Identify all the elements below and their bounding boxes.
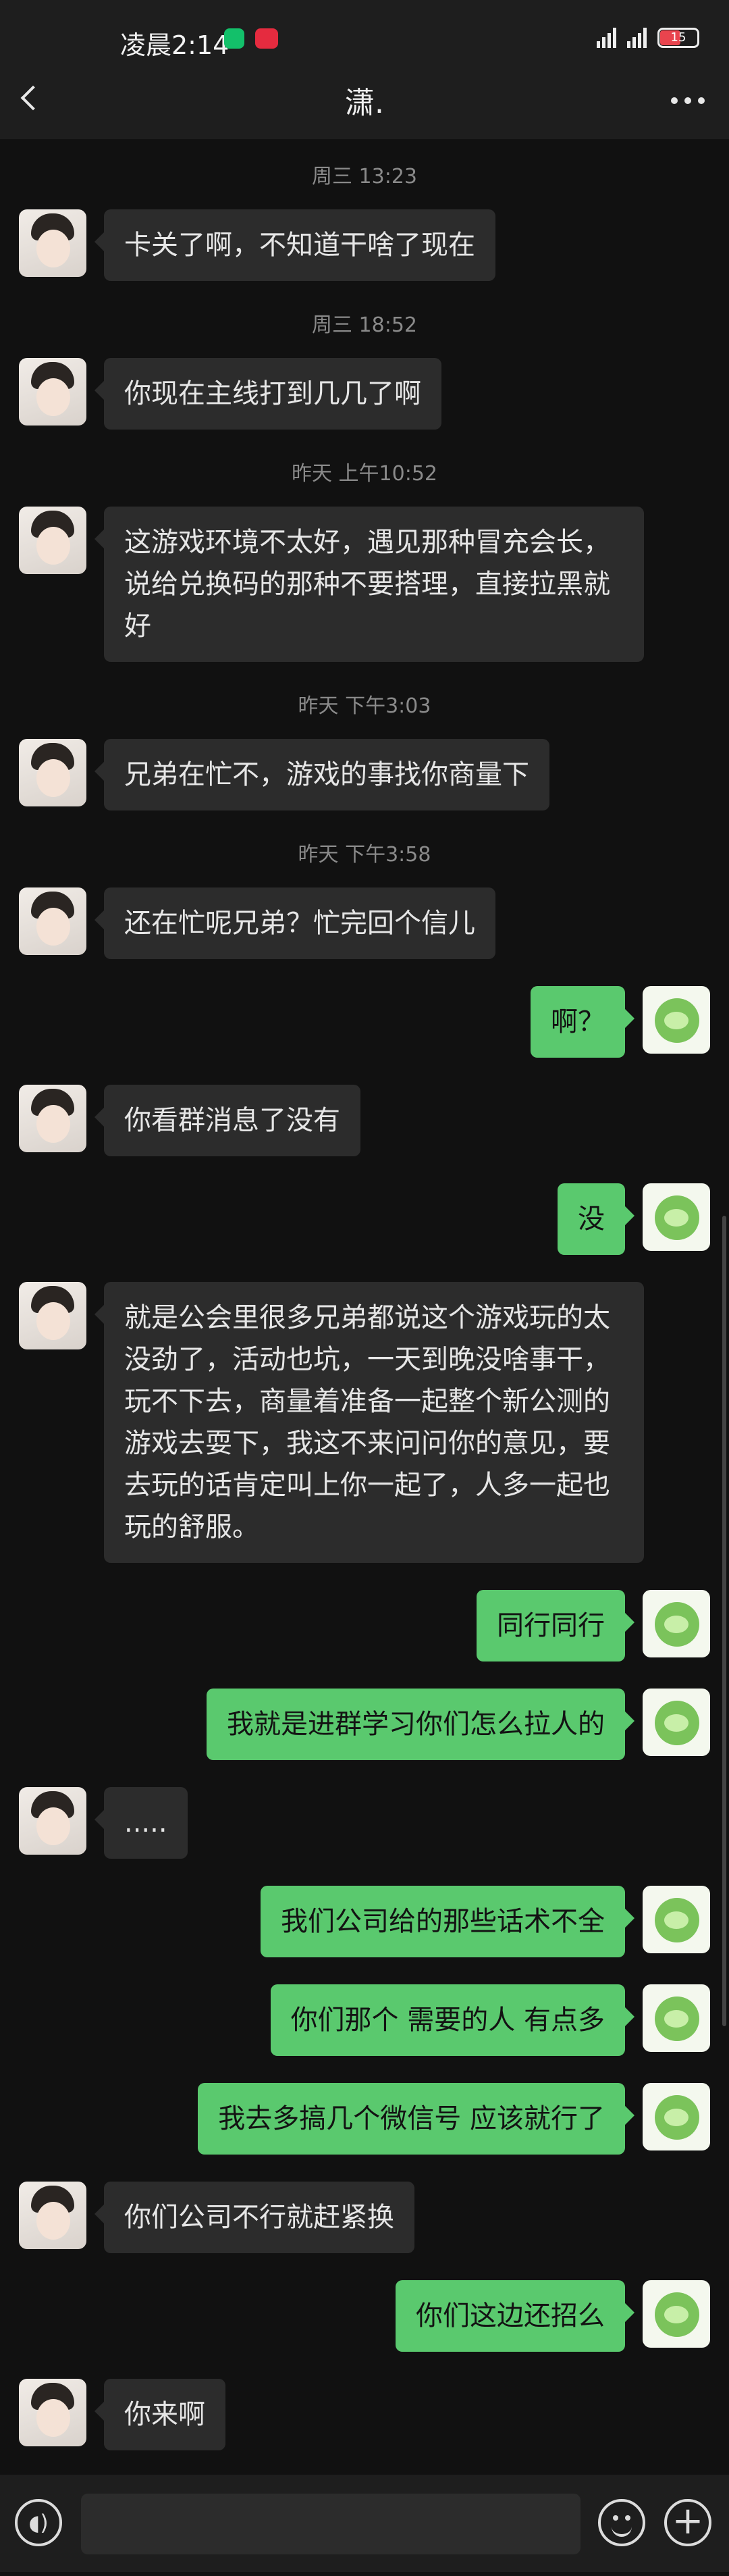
message-bubble[interactable]: 卡关了啊，不知道干啥了现在 bbox=[94, 209, 495, 281]
voice-icon[interactable]: ◖) bbox=[15, 2499, 62, 2546]
message-bubble[interactable]: 就是公会里很多兄弟都说这个游戏玩的太没劲了，活动也坑，一天到晚没啥事干，玩不下去… bbox=[94, 1282, 644, 1563]
message-bubble[interactable]: 没 bbox=[558, 1183, 634, 1255]
incoming-message: 兄弟在忙不，游戏的事找你商量下 bbox=[19, 739, 710, 810]
more-icon[interactable] bbox=[671, 97, 705, 104]
message-bubble[interactable]: 同行同行 bbox=[477, 1590, 634, 1661]
battery-level: 15 bbox=[670, 30, 686, 45]
signal-icon bbox=[627, 28, 647, 48]
friend-avatar[interactable] bbox=[19, 358, 86, 426]
outgoing-message: 我们公司给的那些话术不全 bbox=[19, 1886, 710, 1957]
outgoing-message: 你们那个 需要的人 有点多 bbox=[19, 1984, 710, 2056]
chat-title: 潇. bbox=[345, 86, 384, 120]
emoji-icon[interactable] bbox=[598, 2499, 645, 2546]
message-bubble[interactable]: 我去多搞几个微信号 应该就行了 bbox=[198, 2083, 634, 2155]
my-avatar[interactable] bbox=[643, 1984, 710, 2052]
incoming-message: 还在忙呢兄弟？忙完回个信儿 bbox=[19, 887, 710, 959]
status-time: 凌晨2:14 bbox=[120, 30, 230, 60]
app-notification-icon bbox=[224, 28, 244, 49]
message-timestamp: 周三 13:23 bbox=[312, 165, 417, 188]
my-avatar[interactable] bbox=[643, 1689, 710, 1756]
incoming-message: 这游戏环境不太好，遇见那种冒充会长，说给兑换码的那种不要搭理，直接拉黑就好 bbox=[19, 507, 710, 662]
outgoing-message: 啊？ bbox=[19, 986, 710, 1058]
outgoing-message: 你们这边还招么 bbox=[19, 2280, 710, 2352]
scrollbar[interactable] bbox=[722, 1216, 726, 2026]
my-avatar[interactable] bbox=[643, 1886, 710, 1953]
message-bubble[interactable]: 啊？ bbox=[531, 986, 634, 1058]
message-bubble[interactable]: 你看群消息了没有 bbox=[94, 1085, 360, 1156]
app-notification-icon bbox=[255, 28, 278, 49]
message-timestamp: 周三 18:52 bbox=[312, 313, 417, 337]
friend-avatar[interactable] bbox=[19, 887, 86, 955]
outgoing-message: 我就是进群学习你们怎么拉人的 bbox=[19, 1689, 710, 1760]
incoming-message: 你看群消息了没有 bbox=[19, 1085, 710, 1156]
my-avatar[interactable] bbox=[643, 2280, 710, 2348]
message-timestamp: 昨天 下午3:58 bbox=[298, 843, 431, 867]
outgoing-message: 我去多搞几个微信号 应该就行了 bbox=[19, 2083, 710, 2155]
friend-avatar[interactable] bbox=[19, 2379, 86, 2446]
my-avatar[interactable] bbox=[643, 986, 710, 1054]
message-bubble[interactable]: 这游戏环境不太好，遇见那种冒充会长，说给兑换码的那种不要搭理，直接拉黑就好 bbox=[94, 507, 644, 662]
message-list[interactable]: 周三 13:23 卡关了啊，不知道干啥了现在周三 18:52 你现在主线打到几几了啊… bbox=[0, 139, 729, 2576]
message-bubble[interactable]: 你们那个 需要的人 有点多 bbox=[270, 1984, 635, 2056]
battery-icon: 15 bbox=[657, 28, 699, 48]
message-bubble[interactable]: 你来啊 bbox=[94, 2379, 225, 2450]
incoming-message: ..... bbox=[19, 1787, 710, 1859]
friend-avatar[interactable] bbox=[19, 1085, 86, 1152]
friend-avatar[interactable] bbox=[19, 1787, 86, 1855]
incoming-message: 你现在主线打到几几了啊 bbox=[19, 358, 710, 430]
incoming-message: 就是公会里很多兄弟都说这个游戏玩的太没劲了，活动也坑，一天到晚没啥事干，玩不下去… bbox=[19, 1282, 710, 1563]
outgoing-message: 没 bbox=[19, 1183, 710, 1255]
status-indicators: 15 bbox=[597, 24, 699, 51]
incoming-message: 卡关了啊，不知道干啥了现在 bbox=[19, 209, 710, 281]
outgoing-message: 同行同行 bbox=[19, 1590, 710, 1661]
friend-avatar[interactable] bbox=[19, 2182, 86, 2249]
incoming-message: 你来啊 bbox=[19, 2379, 710, 2450]
message-timestamp: 昨天 下午3:03 bbox=[298, 694, 431, 718]
friend-avatar[interactable] bbox=[19, 209, 86, 277]
incoming-message: 你们公司不行就赶紧换 bbox=[19, 2182, 710, 2253]
message-bubble[interactable]: 兄弟在忙不，游戏的事找你商量下 bbox=[94, 739, 549, 810]
add-icon[interactable]: + bbox=[664, 2499, 711, 2546]
friend-avatar[interactable] bbox=[19, 1282, 86, 1349]
message-bubble[interactable]: 你们公司不行就赶紧换 bbox=[94, 2182, 414, 2253]
my-avatar[interactable] bbox=[643, 1183, 710, 1251]
my-avatar[interactable] bbox=[643, 2083, 710, 2150]
friend-avatar[interactable] bbox=[19, 507, 86, 574]
signal-icon bbox=[597, 28, 616, 48]
friend-avatar[interactable] bbox=[19, 739, 86, 806]
message-bubble[interactable]: 你现在主线打到几几了啊 bbox=[94, 358, 441, 430]
my-avatar[interactable] bbox=[643, 1590, 710, 1657]
message-bubble[interactable]: ..... bbox=[94, 1787, 188, 1859]
input-bar: ◖) + bbox=[0, 2475, 729, 2572]
message-bubble[interactable]: 你们这边还招么 bbox=[396, 2280, 634, 2352]
message-bubble[interactable]: 还在忙呢兄弟？忙完回个信儿 bbox=[94, 887, 495, 959]
message-bubble[interactable]: 我们公司给的那些话术不全 bbox=[261, 1886, 634, 1957]
chat-header: 潇. bbox=[0, 65, 729, 139]
message-timestamp: 昨天 上午10:52 bbox=[292, 462, 437, 486]
message-input[interactable] bbox=[81, 2494, 580, 2554]
message-bubble[interactable]: 我就是进群学习你们怎么拉人的 bbox=[207, 1689, 634, 1760]
